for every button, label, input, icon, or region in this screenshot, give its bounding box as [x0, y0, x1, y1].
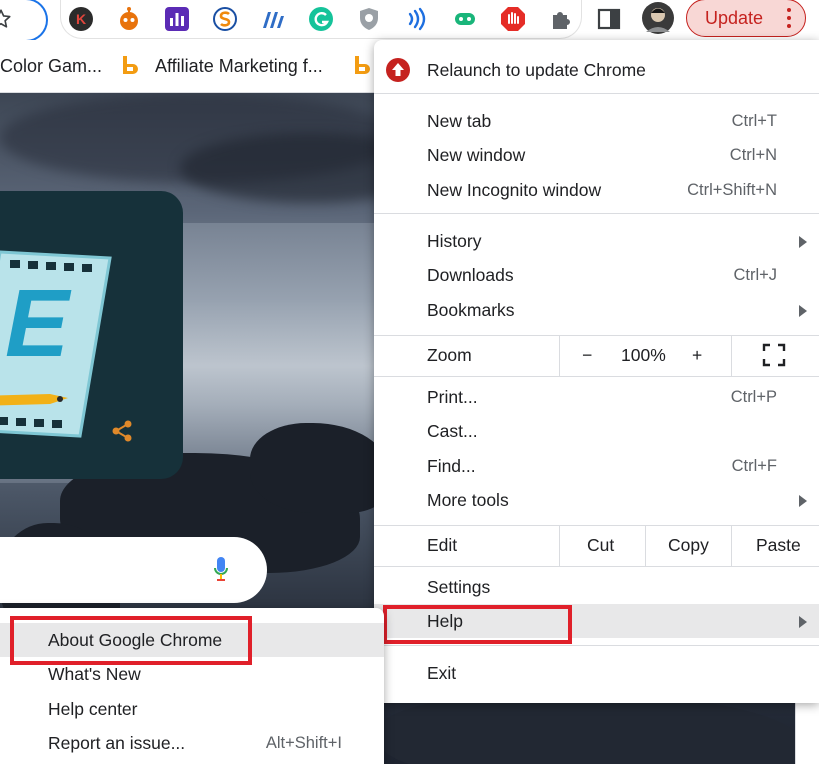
microphone-icon[interactable] — [214, 557, 228, 583]
menu-item-shortcut: Ctrl+J — [733, 266, 777, 284]
submenu-arrow-icon — [799, 495, 807, 507]
zoom-controls: − 100% + — [559, 336, 732, 376]
fullscreen-icon[interactable] — [762, 343, 786, 367]
menu-item-label: Find... — [427, 456, 476, 476]
side-panel-icon[interactable] — [596, 6, 622, 32]
shield-ext-icon[interactable] — [356, 6, 382, 32]
zoom-in-button[interactable]: + — [692, 345, 702, 366]
grammarly-icon[interactable] — [308, 6, 334, 32]
menu-item-shortcut: Ctrl+Shift+N — [687, 181, 777, 199]
menu-item-new-incognito-window[interactable]: New Incognito window Ctrl+Shift+N — [374, 173, 819, 207]
help-highlight-box — [383, 605, 572, 644]
menu-item-label: Downloads — [427, 265, 514, 285]
update-label: Update — [705, 8, 764, 28]
help-submenu: About Google Chrome What's New Help cent… — [0, 608, 384, 764]
menu-item-label: Cast... — [427, 421, 478, 441]
puzzle-icon[interactable] — [548, 6, 574, 32]
menu-item-shortcut: Ctrl+T — [731, 112, 777, 130]
menu-item-label: New window — [427, 145, 526, 165]
chart-logo-icon[interactable] — [260, 6, 286, 32]
copy-label: Copy — [668, 535, 709, 555]
menu-item-label: New Incognito window — [427, 180, 602, 200]
separator — [374, 376, 819, 377]
search-box[interactable] — [0, 537, 267, 603]
cut-label: Cut — [587, 535, 615, 555]
bookmark-star-icon[interactable] — [0, 8, 12, 30]
relaunch-label: Relaunch to update Chrome — [427, 60, 646, 80]
menu-item-cast[interactable]: Cast... — [374, 414, 819, 448]
submenu-item-label: Report an issue... — [48, 733, 186, 753]
submenu-item-shortcut: Alt+Shift+I — [265, 734, 342, 752]
zoom-label: Zoom — [427, 345, 472, 365]
menu-item-label: History — [427, 231, 482, 251]
chrome-main-menu: Relaunch to update Chrome New tab Ctrl+T… — [374, 40, 819, 703]
update-arrow-icon — [386, 58, 410, 82]
film-strip-logo: E — [0, 250, 112, 438]
blogger-b-icon — [355, 56, 370, 74]
paste-button[interactable]: Paste — [731, 526, 819, 566]
separator — [374, 566, 819, 567]
more-vert-icon — [787, 8, 791, 32]
menu-item-bookmarks[interactable]: Bookmarks — [374, 293, 819, 327]
update-button[interactable]: Update — [686, 0, 806, 37]
browser-toolbar: K Update — [0, 0, 819, 42]
bookmark-item[interactable]: Affiliate Marketing f... — [155, 56, 323, 77]
zoom-level: 100% — [621, 345, 666, 365]
separator — [374, 93, 819, 94]
menu-item-exit[interactable]: Exit — [374, 656, 819, 690]
menu-item-new-window[interactable]: New window Ctrl+N — [374, 138, 819, 172]
svg-text:K: K — [76, 11, 86, 27]
edit-label: Edit — [427, 535, 458, 555]
bot-ext-icon[interactable] — [452, 6, 478, 32]
submenu-item-report-issue[interactable]: Report an issue... Alt+Shift+I — [0, 726, 384, 760]
menu-item-more-tools[interactable]: More tools — [374, 483, 819, 517]
share-icon[interactable] — [110, 419, 134, 443]
menu-item-shortcut: Ctrl+N — [729, 146, 777, 164]
submenu-arrow-icon — [799, 305, 807, 317]
menu-item-label: New tab — [427, 111, 492, 131]
menu-item-label: Settings — [427, 577, 491, 597]
s-logo-icon[interactable] — [212, 6, 238, 32]
bookmark-item[interactable]: Color Gam... — [0, 56, 102, 77]
copy-button[interactable]: Copy — [645, 526, 732, 566]
menu-item-shortcut: Ctrl+F — [731, 457, 777, 475]
blogger-b-icon — [123, 56, 138, 74]
separator — [374, 645, 819, 646]
reddit-bot-icon[interactable] — [116, 6, 142, 32]
cut-button[interactable]: Cut — [559, 526, 646, 566]
scrollbar[interactable] — [795, 703, 819, 764]
omnibox-end[interactable] — [0, 0, 48, 42]
submenu-item-label: What's New — [48, 664, 141, 684]
menu-item-settings[interactable]: Settings — [374, 570, 819, 604]
menu-item-label: More tools — [427, 490, 509, 510]
relaunch-item[interactable]: Relaunch to update Chrome — [374, 53, 819, 87]
rock — [380, 693, 800, 764]
paste-label: Paste — [756, 535, 801, 555]
submenu-item-help-center[interactable]: Help center — [0, 692, 384, 726]
menu-item-shortcut: Ctrl+P — [730, 388, 777, 406]
menu-item-history[interactable]: History — [374, 224, 819, 258]
zoom-out-button[interactable]: − — [582, 345, 592, 366]
about-highlight-box — [10, 616, 252, 665]
menu-item-label: Bookmarks — [427, 300, 515, 320]
menu-item-find[interactable]: Find... Ctrl+F — [374, 449, 819, 483]
wifi-ext-icon[interactable] — [404, 6, 430, 32]
menu-item-print[interactable]: Print... Ctrl+P — [374, 380, 819, 414]
menu-item-label: Print... — [427, 387, 478, 407]
stop-hand-icon[interactable] — [500, 6, 526, 32]
svg-text:E: E — [5, 270, 72, 377]
submenu-arrow-icon — [799, 616, 807, 628]
menu-item-new-tab[interactable]: New tab Ctrl+T — [374, 104, 819, 138]
shortcut-card[interactable]: E — [0, 191, 183, 479]
submenu-item-label: Help center — [48, 699, 138, 719]
menu-item-label: Exit — [427, 663, 457, 683]
menu-item-downloads[interactable]: Downloads Ctrl+J — [374, 258, 819, 292]
analytics-icon[interactable] — [164, 6, 190, 32]
separator — [374, 213, 819, 214]
kaspersky-icon[interactable]: K — [68, 6, 94, 32]
submenu-arrow-icon — [799, 236, 807, 248]
avatar[interactable] — [642, 2, 674, 34]
